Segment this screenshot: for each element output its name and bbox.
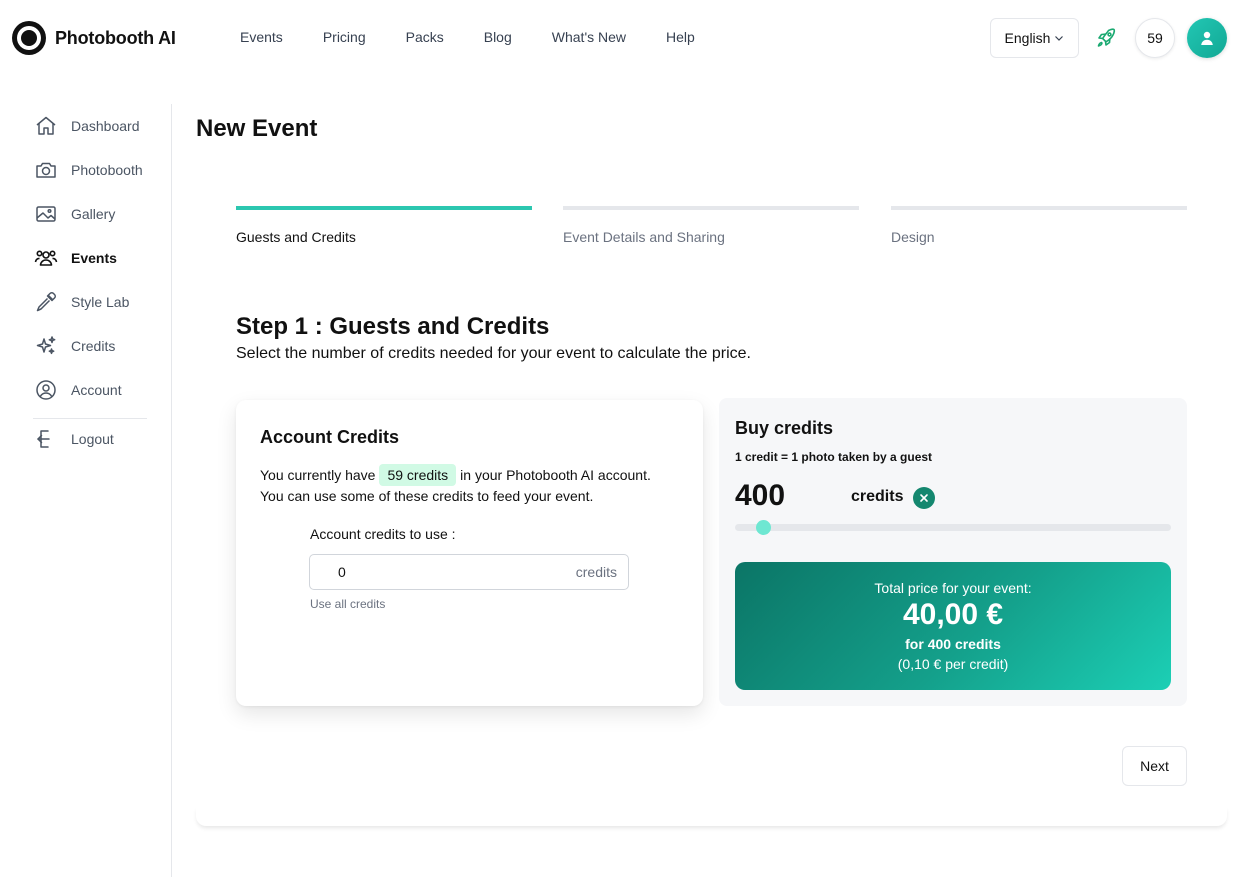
account-credits-input-unit: credits bbox=[575, 564, 617, 580]
sidebar-item-events[interactable]: Events bbox=[34, 244, 117, 272]
user-icon bbox=[1201, 31, 1213, 45]
sparkles-icon bbox=[36, 336, 56, 355]
step-progress-bar bbox=[563, 206, 859, 210]
image-icon bbox=[36, 206, 56, 222]
use-all-credits-link[interactable]: Use all credits bbox=[310, 597, 385, 611]
credit-count-badge[interactable]: 59 bbox=[1135, 18, 1175, 58]
account-credits-input[interactable]: 0 credits bbox=[309, 554, 629, 590]
credits-slider-track[interactable] bbox=[735, 524, 1171, 531]
nav-link-blog[interactable]: Blog bbox=[464, 29, 532, 45]
brand-name: Photobooth AI bbox=[55, 27, 176, 48]
account-credits-text: You currently have 59 credits in your Phot… bbox=[260, 464, 651, 506]
logout-icon bbox=[37, 430, 50, 448]
step-progress-bar bbox=[236, 206, 532, 210]
sidebar-item-label: Style Lab bbox=[71, 294, 130, 310]
price-total: 40,00 € bbox=[902, 598, 1004, 631]
step-tab-design[interactable]: Design bbox=[891, 206, 1187, 245]
account-credits-card: Account Credits You currently have 59 cre… bbox=[236, 400, 703, 706]
price-per-credit: (0,10 € per credit) bbox=[897, 656, 1009, 672]
nav-link-whats-new[interactable]: What's New bbox=[532, 29, 646, 45]
nav-link-events[interactable]: Events bbox=[220, 29, 303, 45]
nav-link-packs[interactable]: Packs bbox=[386, 29, 464, 45]
step-description: Select the number of credits needed for … bbox=[236, 345, 751, 362]
step-progress-bar bbox=[891, 206, 1187, 210]
main-nav: Events Pricing Packs Blog What's New Hel… bbox=[220, 29, 715, 45]
account-credits-title: Account Credits bbox=[260, 427, 400, 447]
credits-text-line2: You can use some of these credits to fee… bbox=[260, 488, 594, 504]
sidebar-item-label: Credits bbox=[71, 338, 116, 354]
logo-icon bbox=[12, 21, 46, 55]
price-caption: Total price for your event: bbox=[874, 580, 1032, 596]
buy-credits-subtitle: 1 credit = 1 photo taken by a guest bbox=[735, 450, 933, 464]
step-tab-event-details[interactable]: Event Details and Sharing bbox=[563, 206, 859, 245]
buy-credits-amount: 400 bbox=[735, 479, 786, 512]
sidebar-divider bbox=[33, 418, 147, 419]
step-tab-guests-credits[interactable]: Guests and Credits bbox=[236, 206, 532, 245]
sidebar-item-account[interactable]: Account bbox=[34, 376, 122, 404]
credits-text-before: You currently have bbox=[260, 467, 376, 483]
camera-icon bbox=[36, 162, 56, 178]
sidebar-item-label: Dashboard bbox=[71, 118, 140, 134]
sidebar-item-label: Events bbox=[71, 250, 117, 266]
sidebar-item-label: Photobooth bbox=[71, 162, 143, 178]
sidebar-item-style-lab[interactable]: Style Lab bbox=[34, 288, 129, 316]
buy-credits-card: Buy credits 1 credit = 1 photo taken by … bbox=[719, 398, 1187, 706]
sidebar-item-credits[interactable]: Credits bbox=[34, 332, 115, 360]
rocket-icon[interactable] bbox=[1094, 26, 1118, 50]
account-credits-input-value: 0 bbox=[338, 564, 346, 580]
sidebar-item-label: Gallery bbox=[71, 206, 116, 222]
brand-logo[interactable]: Photobooth AI bbox=[12, 21, 176, 55]
buy-credits-unit: credits bbox=[851, 488, 904, 505]
step-label: Guests and Credits bbox=[236, 229, 356, 245]
next-button[interactable]: Next bbox=[1122, 746, 1187, 786]
price-for-credits: for 400 credits bbox=[905, 636, 1001, 652]
chevron-down-icon bbox=[1055, 36, 1064, 41]
user-avatar[interactable] bbox=[1187, 18, 1227, 58]
sidebar-item-logout[interactable]: Logout bbox=[34, 425, 114, 453]
user-circle-icon bbox=[36, 380, 56, 400]
clear-amount-button[interactable] bbox=[913, 487, 935, 509]
content-panel-edge bbox=[196, 806, 1227, 826]
language-value: English bbox=[1004, 30, 1051, 46]
page-title: New Event bbox=[196, 115, 318, 142]
users-icon bbox=[34, 250, 58, 266]
step-label: Event Details and Sharing bbox=[563, 229, 725, 245]
step-heading: Step 1 : Guests and Credits bbox=[236, 313, 550, 340]
credits-text-after: in your Photobooth AI account. bbox=[460, 467, 651, 483]
credits-slider-thumb[interactable] bbox=[755, 520, 771, 535]
sidebar-item-photobooth[interactable]: Photobooth bbox=[34, 156, 143, 184]
sidebar-item-label: Account bbox=[71, 382, 122, 398]
buy-credits-title: Buy credits bbox=[735, 418, 834, 438]
nav-link-pricing[interactable]: Pricing bbox=[303, 29, 386, 45]
sidebar: Dashboard Photobooth Gallery Events Styl… bbox=[0, 104, 172, 877]
sidebar-item-gallery[interactable]: Gallery bbox=[34, 200, 115, 228]
home-icon bbox=[36, 116, 56, 135]
total-price-box: Total price for your event: 40,00 € for … bbox=[735, 562, 1171, 690]
step-label: Design bbox=[891, 229, 935, 245]
sidebar-item-dashboard[interactable]: Dashboard bbox=[34, 112, 140, 140]
eyedropper-icon bbox=[36, 292, 56, 312]
language-select[interactable]: English bbox=[990, 18, 1079, 58]
top-navbar: Photobooth AI Events Pricing Packs Blog … bbox=[0, 0, 1255, 76]
nav-link-help[interactable]: Help bbox=[646, 29, 715, 45]
account-credits-input-label: Account credits to use : bbox=[310, 526, 456, 542]
credits-badge: 59 credits bbox=[379, 464, 457, 486]
sidebar-item-label: Logout bbox=[71, 431, 114, 447]
close-icon bbox=[920, 494, 928, 502]
